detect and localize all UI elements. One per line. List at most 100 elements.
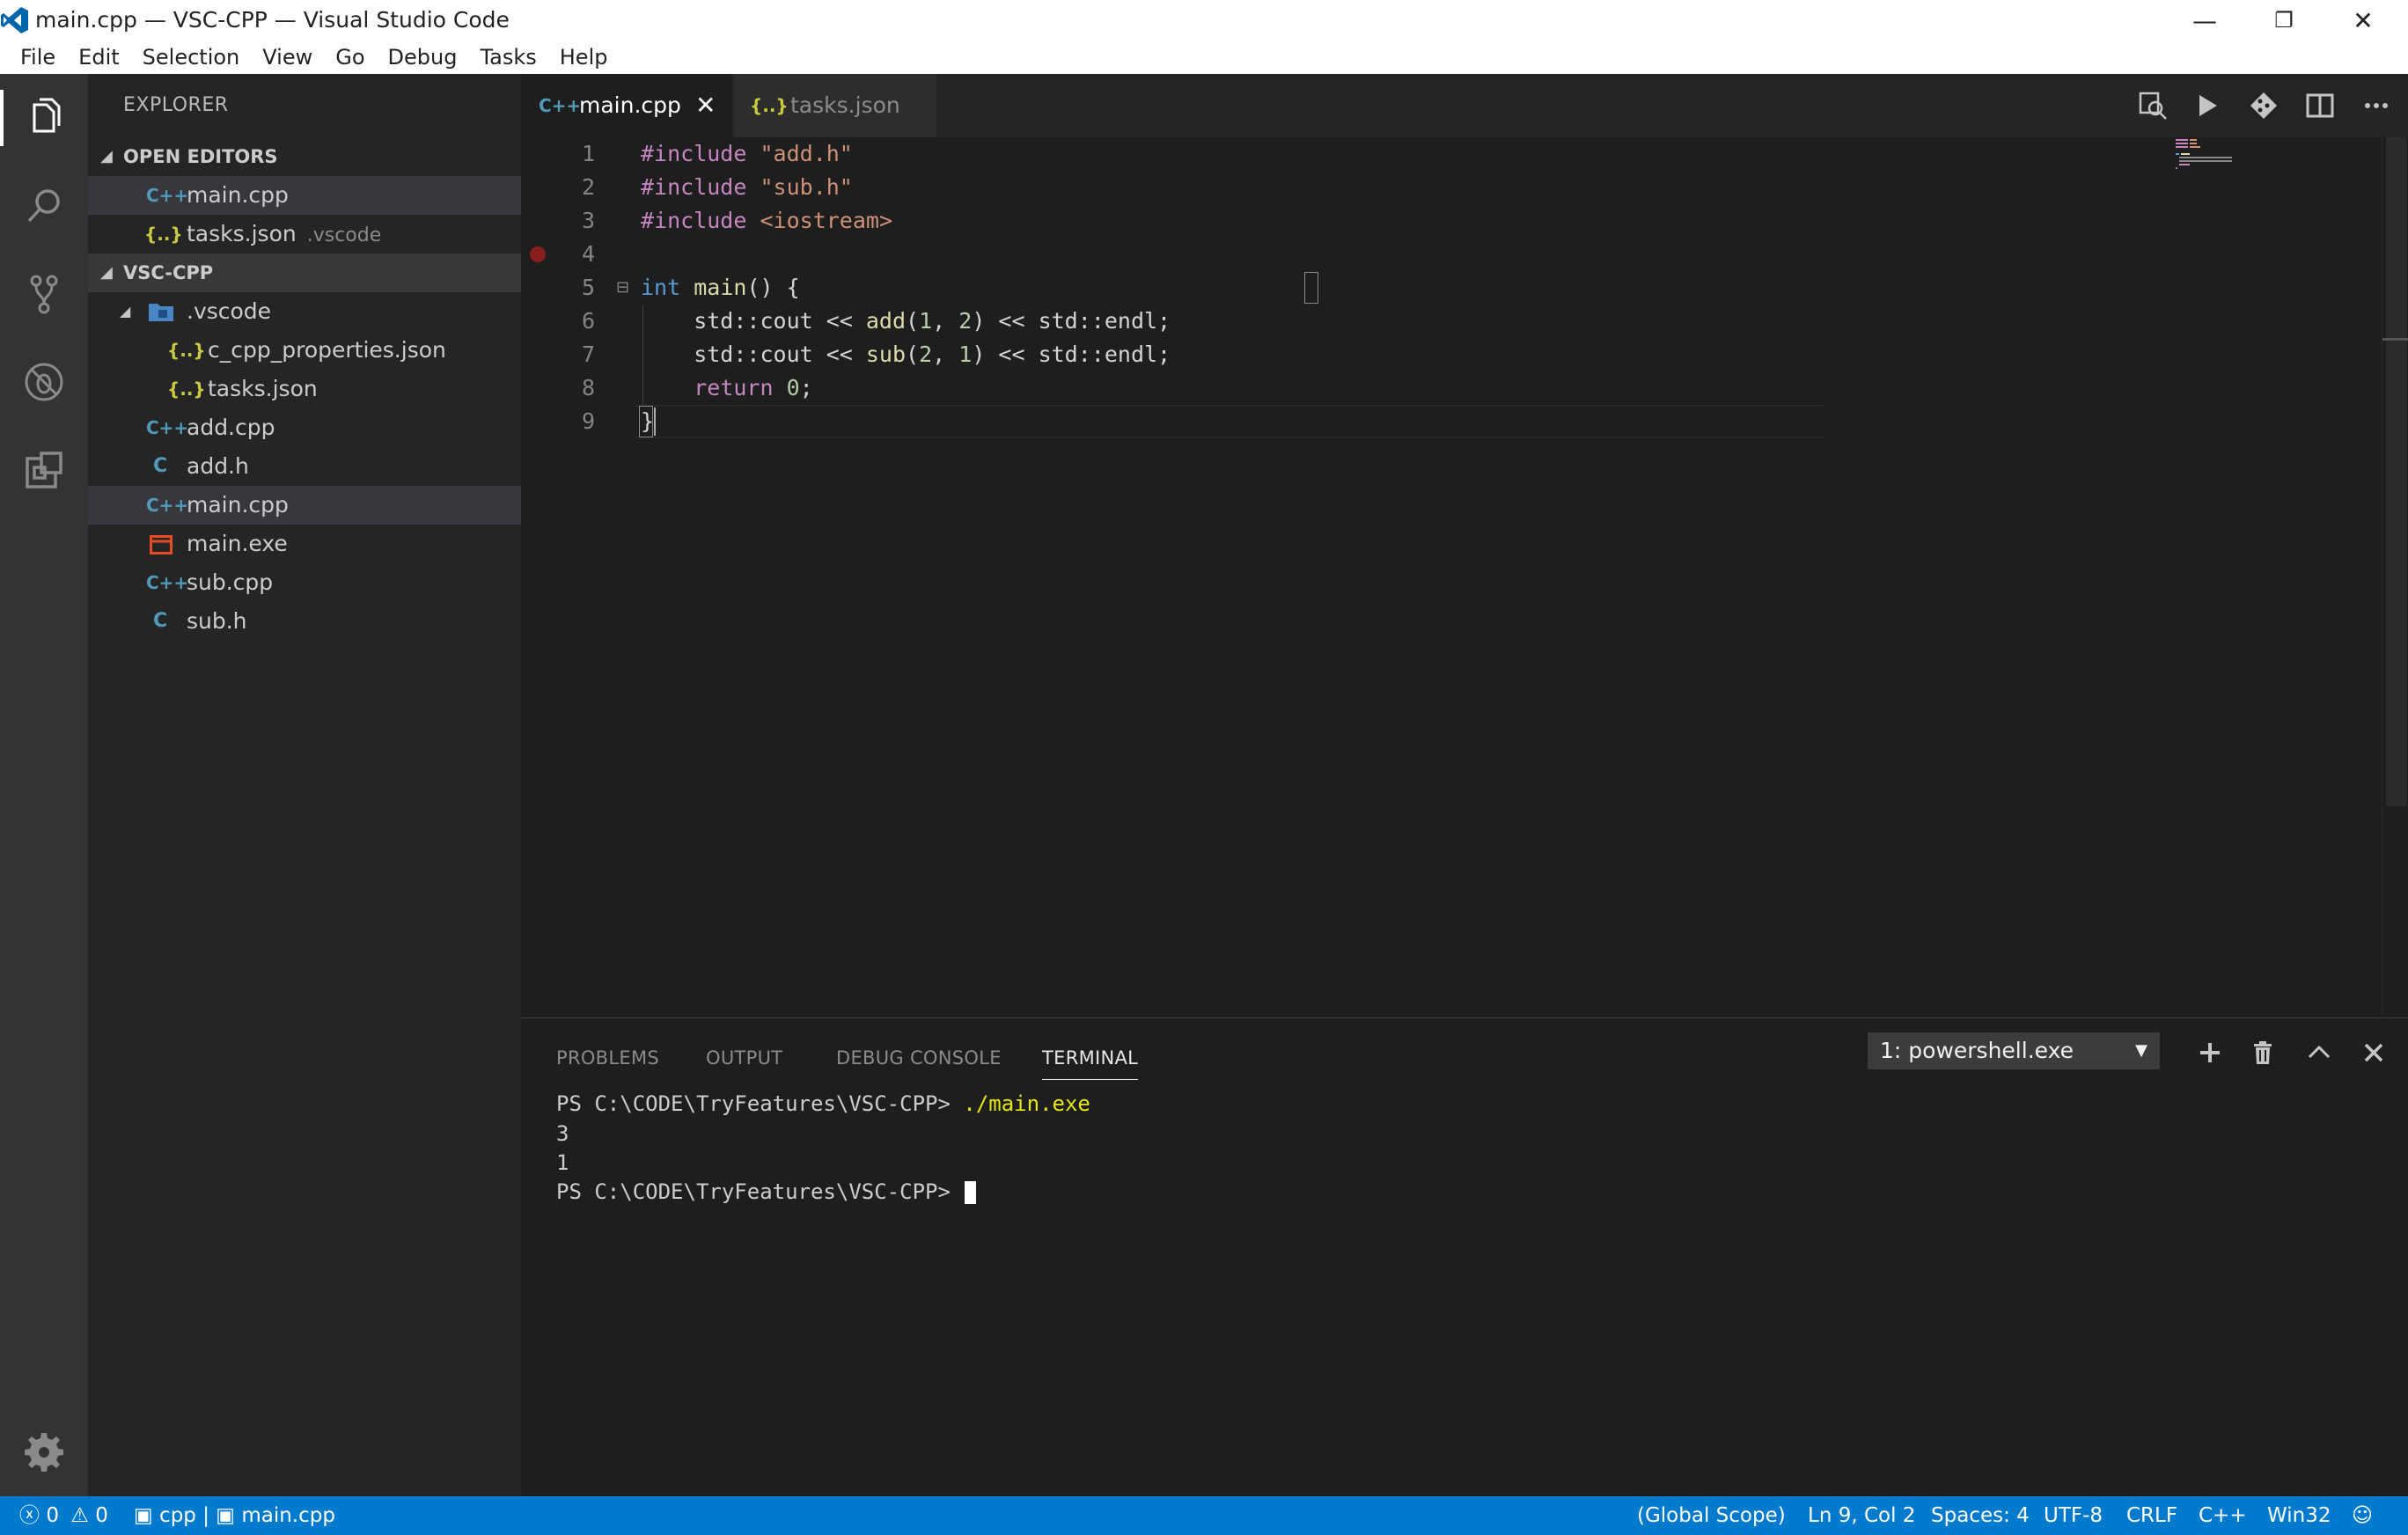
tree-item[interactable]: C++ sub.cpp [88, 563, 521, 602]
tree-item-name: tasks.json [208, 376, 318, 401]
extensions-icon [26, 452, 62, 488]
editor-scrollbar[interactable] [2382, 137, 2408, 1017]
tree-item[interactable]: {..} c_cpp_properties.json [88, 331, 521, 370]
minimap[interactable] [2176, 137, 2281, 190]
terminal-select[interactable]: 1: powershell.exe ▼ [1868, 1032, 2160, 1069]
editor-gutter[interactable]: 1 2 3 4 5 6 7 8 9 ⊟ [521, 137, 629, 1017]
tree-item[interactable]: C add.h [88, 447, 521, 486]
tree-folder-vscode[interactable]: ◢ .vscode [88, 292, 521, 331]
open-editor-item[interactable]: C++ main.cpp [88, 176, 521, 215]
restore-button[interactable]: ❐ [2244, 0, 2324, 40]
files-icon [33, 98, 61, 133]
menu-tasks[interactable]: Tasks [468, 40, 547, 74]
folder-header[interactable]: ◢ VSC-CPP [88, 253, 521, 292]
problems-status[interactable]: ⓧ 0 ⚠ 0 [19, 1496, 108, 1535]
sidebar-title: EXPLORER [123, 94, 229, 116]
debug-icon [25, 363, 63, 401]
folder-status-icon: ▣ [134, 1504, 153, 1527]
line-number: 7 [581, 342, 595, 367]
cursor-position[interactable]: Ln 9, Col 2 [1808, 1496, 1915, 1535]
split-editor-button[interactable] [2294, 74, 2346, 137]
git-compare-button[interactable] [2237, 74, 2290, 137]
new-terminal-button[interactable] [2188, 1034, 2232, 1071]
debug-activity[interactable] [0, 338, 88, 426]
line-number: 9 [581, 408, 595, 434]
search-icon [27, 189, 60, 223]
platform-status[interactable]: Win32 [2267, 1496, 2331, 1535]
indentation-status[interactable]: Spaces: 4 [1931, 1496, 2030, 1535]
header-file-icon: C [153, 610, 168, 632]
menu-debug[interactable]: Debug [377, 40, 469, 74]
error-icon: ⓧ [19, 1504, 40, 1527]
tree-item[interactable]: C++ add.cpp [88, 408, 521, 447]
cpp-file-icon: C++ [146, 572, 189, 593]
collapse-triangle-icon: ◢ [100, 263, 113, 282]
expand-triangle-icon: ◢ [120, 303, 131, 319]
activity-bar [0, 74, 88, 1496]
fold-icon[interactable]: ⊟ [616, 278, 629, 297]
menu-view[interactable]: View [251, 40, 324, 74]
status-bar: ⓧ 0 ⚠ 0 ▣ cpp | ▣ main.cpp (Global Scope… [0, 1496, 2408, 1535]
close-panel-button[interactable] [2352, 1034, 2396, 1071]
scope-status[interactable]: (Global Scope) [1637, 1496, 1786, 1535]
plus-icon [2200, 1043, 2220, 1062]
run-button[interactable] [2181, 74, 2234, 137]
scrollbar-thumb[interactable] [2386, 137, 2407, 806]
tab-output[interactable]: OUTPUT [706, 1036, 782, 1080]
split-editor-icon [2306, 93, 2334, 118]
project-status[interactable]: ▣ cpp | ▣ main.cpp [134, 1496, 335, 1535]
breakpoint-icon[interactable] [530, 246, 546, 262]
play-icon [2199, 95, 2217, 116]
feedback-smiley-icon[interactable]: ☺ [2352, 1496, 2373, 1535]
extensions-activity[interactable] [0, 426, 88, 514]
minimize-button[interactable]: — [2165, 0, 2244, 40]
terminal-prompt: PS C:\CODE\TryFeatures\VSC-CPP> [556, 1091, 964, 1116]
tree-item[interactable]: C sub.h [88, 602, 521, 641]
menu-bar: File Edit Selection View Go Debug Tasks … [0, 40, 2408, 74]
kill-terminal-button[interactable] [2241, 1034, 2285, 1071]
tree-item[interactable]: C++ main.cpp [88, 486, 521, 525]
explorer-activity[interactable] [0, 74, 88, 162]
source-control-activity[interactable] [0, 250, 88, 338]
open-editors-header[interactable]: ◢ OPEN EDITORS [88, 137, 521, 176]
encoding-status[interactable]: UTF-8 [2044, 1496, 2103, 1535]
terminal-prompt: PS C:\CODE\TryFeatures\VSC-CPP> [556, 1179, 964, 1204]
git-icon [2250, 92, 2277, 119]
json-file-icon: {..} [167, 378, 206, 400]
manage-activity[interactable] [0, 1408, 88, 1496]
gear-icon [25, 1433, 63, 1472]
tab-debug-console[interactable]: DEBUG CONSOLE [836, 1036, 1002, 1080]
code-editor[interactable]: 1 2 3 4 5 6 7 8 9 ⊟ #include "add.h" #in… [521, 137, 2408, 1017]
tab-tasks-json[interactable]: {..} tasks.json [734, 74, 936, 137]
dropdown-caret-icon: ▼ [2135, 1041, 2147, 1060]
search-activity[interactable] [0, 162, 88, 250]
code-line: #include "sub.h" [641, 174, 853, 200]
eol-status[interactable]: CRLF [2126, 1496, 2177, 1535]
tab-terminal[interactable]: TERMINAL [1042, 1036, 1139, 1080]
open-changes-button[interactable] [2126, 74, 2179, 137]
menu-edit[interactable]: Edit [67, 40, 130, 74]
language-mode[interactable]: C++ [2199, 1496, 2247, 1535]
terminal-line[interactable]: PS C:\CODE\TryFeatures\VSC-CPP> [556, 1177, 977, 1207]
menu-file[interactable]: File [9, 40, 67, 74]
window-title: main.cpp — VSC-CPP — Visual Studio Code [35, 7, 510, 33]
tree-item[interactable]: {..} tasks.json [88, 370, 521, 408]
tree-item[interactable]: main.exe [88, 525, 521, 563]
tab-close-icon[interactable]: ✕ [695, 74, 716, 137]
tab-problems[interactable]: PROBLEMS [556, 1036, 659, 1080]
json-file-icon: {..} [167, 340, 206, 361]
close-window-button[interactable]: ✕ [2324, 0, 2403, 40]
json-file-icon: {..} [144, 224, 183, 245]
file-status-icon: ▣ [216, 1504, 236, 1527]
tab-main-cpp[interactable]: C++ main.cpp ✕ [521, 74, 732, 137]
menu-selection[interactable]: Selection [131, 40, 252, 74]
more-actions-button[interactable] [2350, 74, 2403, 137]
menu-help[interactable]: Help [548, 40, 620, 74]
open-editor-item[interactable]: {..} tasks.json .vscode [88, 215, 521, 253]
menu-go[interactable]: Go [324, 40, 376, 74]
open-editor-description: .vscode [306, 224, 382, 246]
tab-label: tasks.json [790, 92, 900, 118]
maximize-panel-button[interactable] [2297, 1034, 2341, 1071]
text-cursor [654, 408, 656, 436]
tree-item-name: sub.h [187, 608, 247, 634]
